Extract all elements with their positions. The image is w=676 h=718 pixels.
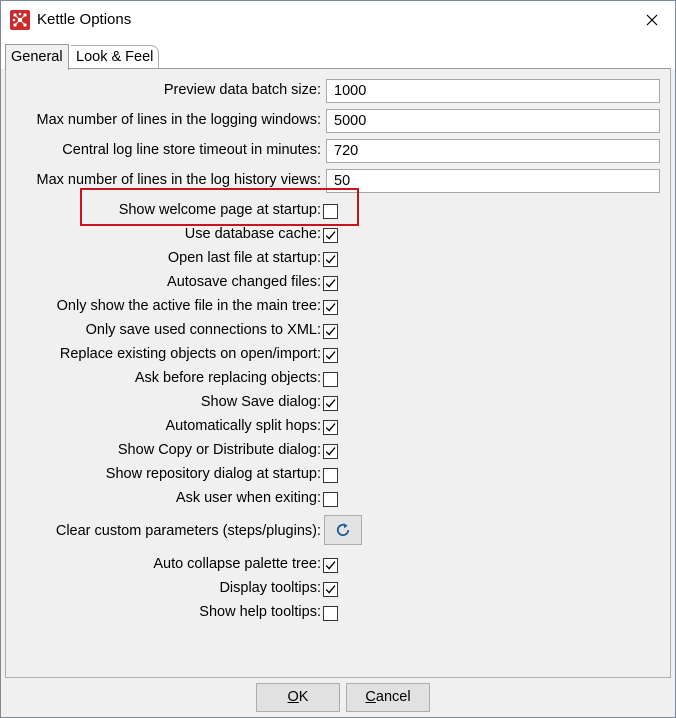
- log-timeout-input[interactable]: 720: [326, 139, 660, 163]
- window-title: Kettle Options: [37, 11, 132, 28]
- checkbox-automatically-split-hops[interactable]: [323, 420, 338, 435]
- option-row-ask-user-when-exiting: Ask user when exiting:: [6, 487, 666, 511]
- option-label: Ask before replacing objects:: [134, 370, 321, 386]
- ok-mnemonic: O: [287, 689, 299, 705]
- option-row-open-last-file-at-startup: Open last file at startup:: [6, 247, 666, 271]
- checkbox-ask-before-replacing-objects[interactable]: [323, 372, 338, 387]
- ok-label-rest: K: [298, 689, 309, 705]
- check-icon: [325, 447, 336, 456]
- option-label: Ask user when exiting:: [175, 490, 321, 506]
- tab-look-and-feel[interactable]: Look & Feel: [71, 45, 160, 68]
- option-row-ask-before-replacing-objects: Ask before replacing objects:: [6, 367, 666, 391]
- kettle-options-dialog: Kettle Options General Look & Feel Previ…: [0, 0, 676, 718]
- option-label: Show repository dialog at startup:: [105, 466, 321, 482]
- checkbox-auto-collapse-palette-tree[interactable]: [323, 558, 338, 573]
- option-label: Only show the active file in the main tr…: [56, 298, 321, 314]
- log-history-lines-input[interactable]: 50: [326, 169, 660, 193]
- checkbox-show-welcome-page-at-startup[interactable]: [323, 204, 338, 219]
- option-row-display-tooltips: Display tooltips:: [6, 577, 666, 601]
- checkbox-only-show-the-active-file-in-the-main-tree[interactable]: [323, 300, 338, 315]
- check-icon: [325, 279, 336, 288]
- option-label: Display tooltips:: [219, 580, 321, 596]
- checkbox-use-database-cache[interactable]: [323, 228, 338, 243]
- option-label: Automatically split hops:: [165, 418, 321, 434]
- kettle-spoon-icon: [10, 10, 30, 30]
- checkbox-show-help-tooltips[interactable]: [323, 606, 338, 621]
- checkbox-autosave-changed-files[interactable]: [323, 276, 338, 291]
- option-label: Show Copy or Distribute dialog:: [117, 442, 321, 458]
- option-row-use-database-cache: Use database cache:: [6, 223, 666, 247]
- ok-button[interactable]: OK: [256, 683, 340, 712]
- title-bar: Kettle Options: [1, 1, 675, 39]
- check-icon: [325, 423, 336, 432]
- checkbox-ask-user-when-exiting[interactable]: [323, 492, 338, 507]
- check-icon: [325, 231, 336, 240]
- checkbox-show-copy-or-distribute-dialog[interactable]: [323, 444, 338, 459]
- field-label: Preview data batch size:: [163, 82, 321, 98]
- field-label: Max number of lines in the logging windo…: [36, 112, 321, 128]
- max-log-lines-row: Max number of lines in the logging windo…: [6, 109, 666, 133]
- option-row-show-save-dialog: Show Save dialog:: [6, 391, 666, 415]
- tab-general[interactable]: General: [5, 44, 69, 70]
- general-panel: Preview data batch size: 1000 Max number…: [5, 68, 671, 678]
- refresh-icon: [336, 523, 350, 537]
- option-row-only-save-used-connections-to-xml: Only save used connections to XML:: [6, 319, 666, 343]
- checkbox-display-tooltips[interactable]: [323, 582, 338, 597]
- checkbox-only-save-used-connections-to-xml[interactable]: [323, 324, 338, 339]
- preview-batch-size-row: Preview data batch size: 1000: [6, 79, 666, 103]
- clear-params-row: Clear custom parameters (steps/plugins):: [6, 515, 666, 547]
- field-label: Central log line store timeout in minute…: [62, 142, 321, 158]
- max-log-lines-input[interactable]: 5000: [326, 109, 660, 133]
- option-row-auto-collapse-palette-tree: Auto collapse palette tree:: [6, 553, 666, 577]
- option-row-replace-existing-objects-on-open-import: Replace existing objects on open/import:: [6, 343, 666, 367]
- option-label: Only save used connections to XML:: [85, 322, 321, 338]
- field-label: Clear custom parameters (steps/plugins):: [55, 523, 321, 539]
- close-icon: [646, 14, 658, 26]
- tab-bar: General Look & Feel: [1, 39, 675, 70]
- log-history-lines-row: Max number of lines in the log history v…: [6, 169, 666, 193]
- checkbox-open-last-file-at-startup[interactable]: [323, 252, 338, 267]
- option-row-show-copy-or-distribute-dialog: Show Copy or Distribute dialog:: [6, 439, 666, 463]
- check-icon: [325, 351, 336, 360]
- check-icon: [325, 585, 336, 594]
- checkbox-show-repository-dialog-at-startup[interactable]: [323, 468, 338, 483]
- option-row-only-show-the-active-file-in-the-main-tree: Only show the active file in the main tr…: [6, 295, 666, 319]
- option-label: Show help tooltips:: [199, 604, 321, 620]
- option-row-show-welcome-page-at-startup: Show welcome page at startup:: [6, 199, 666, 223]
- field-label: Max number of lines in the log history v…: [36, 172, 322, 188]
- dialog-footer: OK Cancel: [1, 678, 675, 717]
- option-label: Auto collapse palette tree:: [153, 556, 321, 572]
- clear-params-button[interactable]: [324, 515, 362, 545]
- cancel-label-rest: ancel: [375, 689, 411, 705]
- preview-batch-size-input[interactable]: 1000: [326, 79, 660, 103]
- check-icon: [325, 561, 336, 570]
- log-timeout-row: Central log line store timeout in minute…: [6, 139, 666, 163]
- check-icon: [325, 303, 336, 312]
- cancel-button[interactable]: Cancel: [346, 683, 430, 712]
- check-icon: [325, 327, 336, 336]
- option-label: Replace existing objects on open/import:: [59, 346, 321, 362]
- option-label: Open last file at startup:: [167, 250, 321, 266]
- cancel-mnemonic: C: [365, 689, 376, 705]
- option-row-autosave-changed-files: Autosave changed files:: [6, 271, 666, 295]
- option-row-show-repository-dialog-at-startup: Show repository dialog at startup:: [6, 463, 666, 487]
- option-label: Show Save dialog:: [200, 394, 321, 410]
- check-icon: [325, 255, 336, 264]
- checkbox-replace-existing-objects-on-open-import[interactable]: [323, 348, 338, 363]
- checkbox-show-save-dialog[interactable]: [323, 396, 338, 411]
- option-row-show-help-tooltips: Show help tooltips:: [6, 601, 666, 625]
- close-button[interactable]: [629, 1, 675, 39]
- option-label: Autosave changed files:: [167, 274, 321, 290]
- option-label: Use database cache:: [184, 226, 321, 242]
- option-row-automatically-split-hops: Automatically split hops:: [6, 415, 666, 439]
- option-label: Show welcome page at startup:: [118, 202, 321, 218]
- check-icon: [325, 399, 336, 408]
